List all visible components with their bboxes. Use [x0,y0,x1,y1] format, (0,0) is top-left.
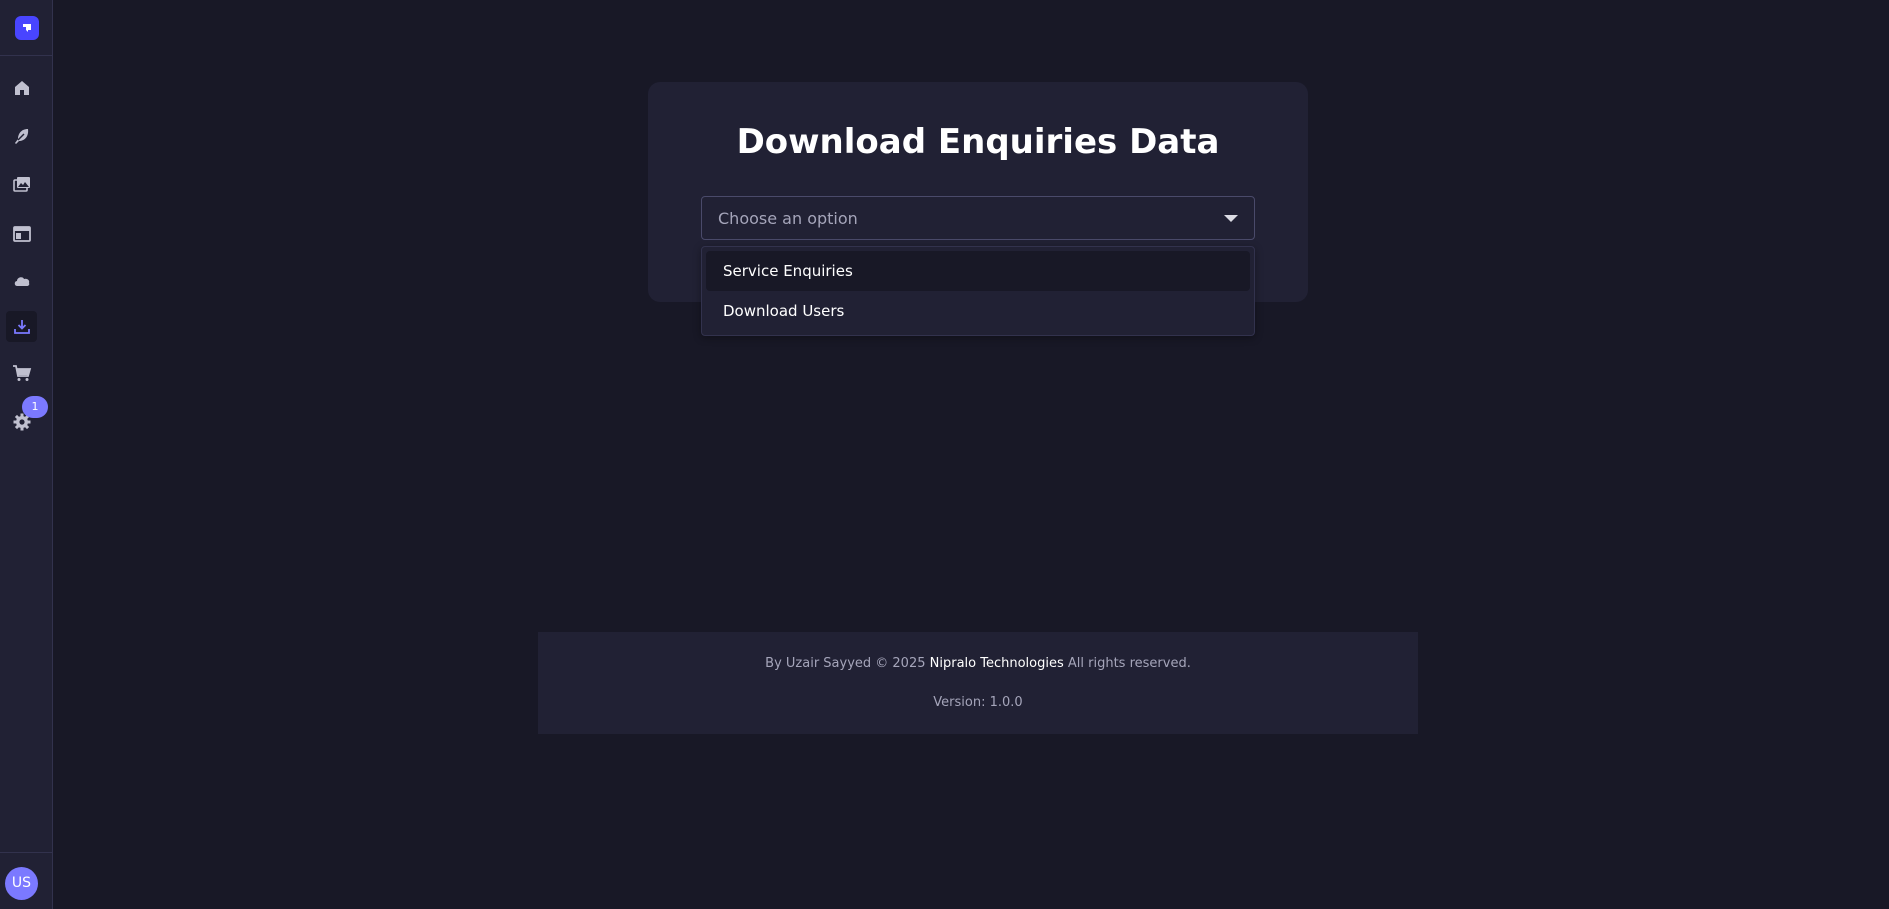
images-icon [12,176,30,192]
sidebar-item-content-types[interactable] [6,218,37,249]
download-type-select[interactable]: Choose an option [701,196,1255,240]
cloud-icon [14,276,29,286]
footer-suffix: All rights reserved. [1067,656,1191,671]
footer-prefix: By Uzair Sayyed © 2025 [765,656,926,671]
sidebar-item-media-library[interactable] [6,169,37,200]
sidebar: 1 US [0,0,53,909]
logo-area [0,0,53,56]
feather-icon [14,128,28,144]
cart-icon [12,364,31,381]
footer-version: Version: 1.0.0 [933,695,1023,710]
sidebar-item-marketplace[interactable] [6,357,37,388]
footer-brand-link[interactable]: Nipralo Technologies [930,656,1064,671]
sidebar-item-content-manager[interactable] [6,120,37,151]
option-service-enquiries[interactable]: Service Enquiries [706,251,1250,291]
home-icon [14,80,29,95]
page-title: Download Enquiries Data [736,122,1220,162]
download-icon [13,319,30,334]
select-dropdown-menu: Service Enquiries Download Users [701,246,1255,336]
sidebar-item-home[interactable] [6,72,37,103]
sidebar-footer: US [0,852,53,909]
sidebar-item-download[interactable] [6,311,37,342]
footer: By Uzair Sayyed © 2025 Nipralo Technolog… [538,632,1418,734]
settings-notification-badge: 1 [22,396,48,418]
footer-copyright: By Uzair Sayyed © 2025 Nipralo Technolog… [538,656,1418,671]
caret-down-icon [1224,214,1238,222]
select-placeholder: Choose an option [718,208,858,228]
sidebar-item-cloud[interactable] [6,265,37,296]
option-download-users[interactable]: Download Users [706,291,1250,331]
layout-icon [12,225,31,242]
avatar[interactable]: US [5,867,38,900]
strapi-logo-icon[interactable] [14,15,39,40]
